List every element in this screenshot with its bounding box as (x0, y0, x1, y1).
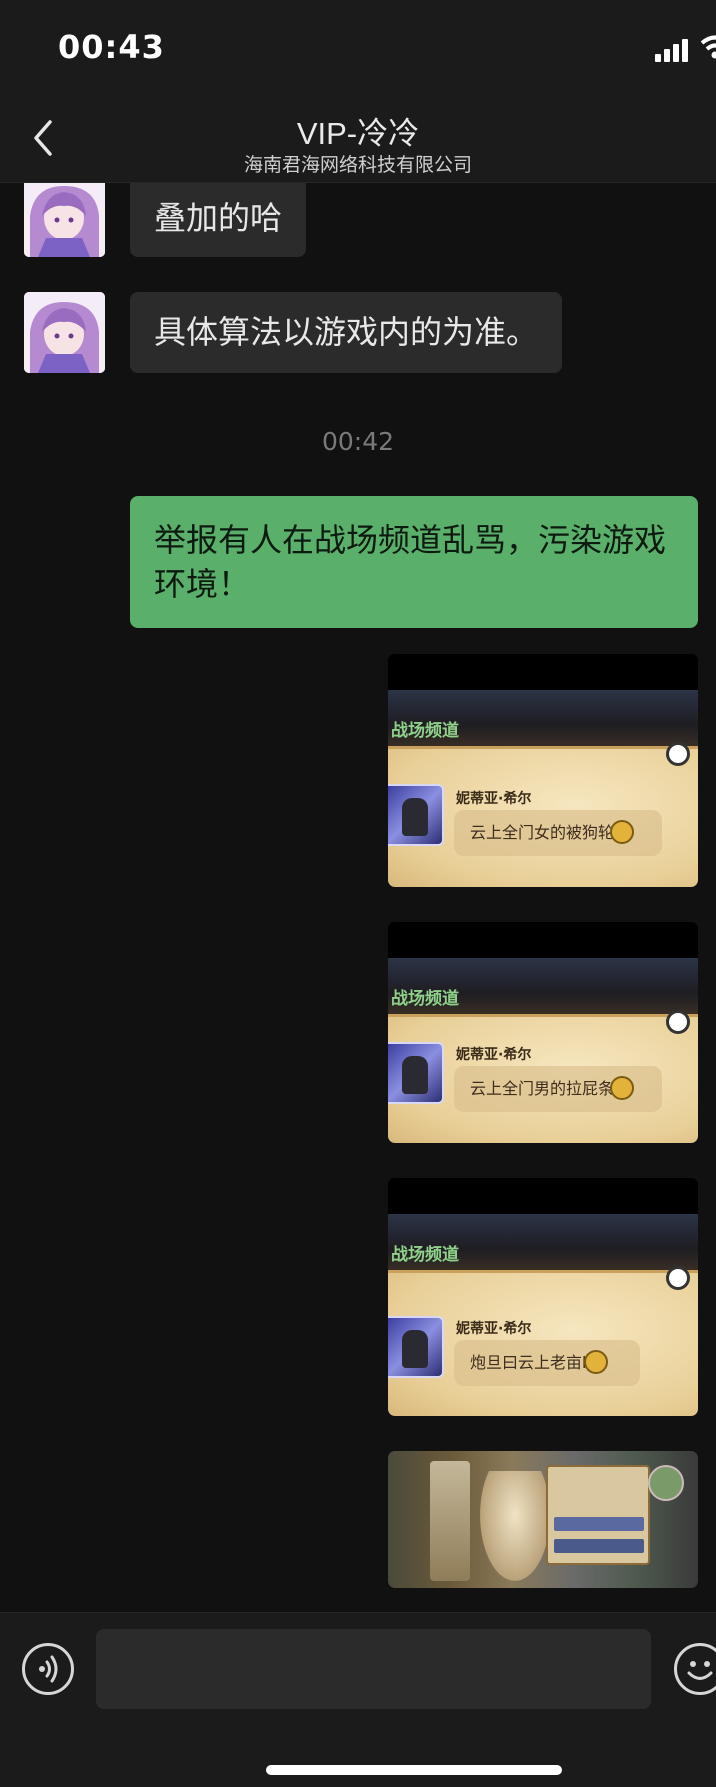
voice-button[interactable] (22, 1643, 74, 1695)
image-message[interactable]: 战场频道 妮蒂亚·希尔 云上全门女的被狗轮 (388, 654, 698, 887)
chat-header: VIP-冷冷 海南君海网络科技有限公司 (0, 100, 716, 183)
character-portrait (388, 784, 444, 846)
game-channel-label: 战场频道 (391, 989, 459, 1009)
chat-subtitle: 海南君海网络科技有限公司 (243, 154, 472, 176)
wifi-icon (700, 35, 716, 59)
contact-avatar[interactable] (24, 292, 105, 373)
home-indicator[interactable] (266, 1765, 562, 1775)
voice-icon (39, 1655, 58, 1683)
incoming-message[interactable]: 具体算法以游戏内的为准。 (130, 292, 563, 373)
signal-icon (655, 36, 691, 62)
close-icon (666, 1266, 690, 1290)
character-card (546, 1465, 650, 1565)
image-message[interactable]: 战场频道 妮蒂亚·希尔 炮旦曰云上老亩b (388, 1178, 698, 1416)
incoming-message[interactable]: 叠加的哈 (130, 183, 307, 257)
emoji-button[interactable] (674, 1643, 716, 1695)
close-icon (666, 742, 690, 766)
game-channel-label: 战场频道 (391, 721, 459, 741)
game-chat-text: 炮旦曰云上老亩b (454, 1340, 641, 1386)
contact-avatar[interactable] (24, 183, 105, 257)
message-timestamp: 00:42 (321, 427, 395, 456)
chat-title: VIP-冷冷 (296, 116, 420, 151)
input-bar (0, 1612, 716, 1787)
outgoing-message[interactable]: 举报有人在战场频道乱骂，污染游戏环境！ (130, 496, 698, 628)
game-channel-label: 战场频道 (391, 1245, 459, 1265)
hero-figure (480, 1471, 550, 1581)
message-input[interactable] (96, 1629, 651, 1709)
player-name: 妮蒂亚·希尔 (456, 1047, 532, 1063)
player-name: 妮蒂亚·希尔 (456, 1321, 532, 1337)
emoji-icon (687, 1661, 713, 1680)
status-time: 00:43 (58, 28, 165, 66)
image-message[interactable] (388, 1451, 698, 1588)
status-bar: 00:43 (0, 0, 716, 100)
emoji-icon (610, 1076, 634, 1100)
character-portrait (388, 1316, 444, 1378)
player-name: 妮蒂亚·希尔 (456, 791, 532, 807)
character-portrait (388, 1042, 444, 1104)
image-message[interactable]: 战场频道 妮蒂亚·希尔 云上全门男的拉屁条 (388, 922, 698, 1143)
close-icon (666, 1010, 690, 1034)
emoji-icon (610, 820, 634, 844)
emoji-icon (584, 1350, 608, 1374)
